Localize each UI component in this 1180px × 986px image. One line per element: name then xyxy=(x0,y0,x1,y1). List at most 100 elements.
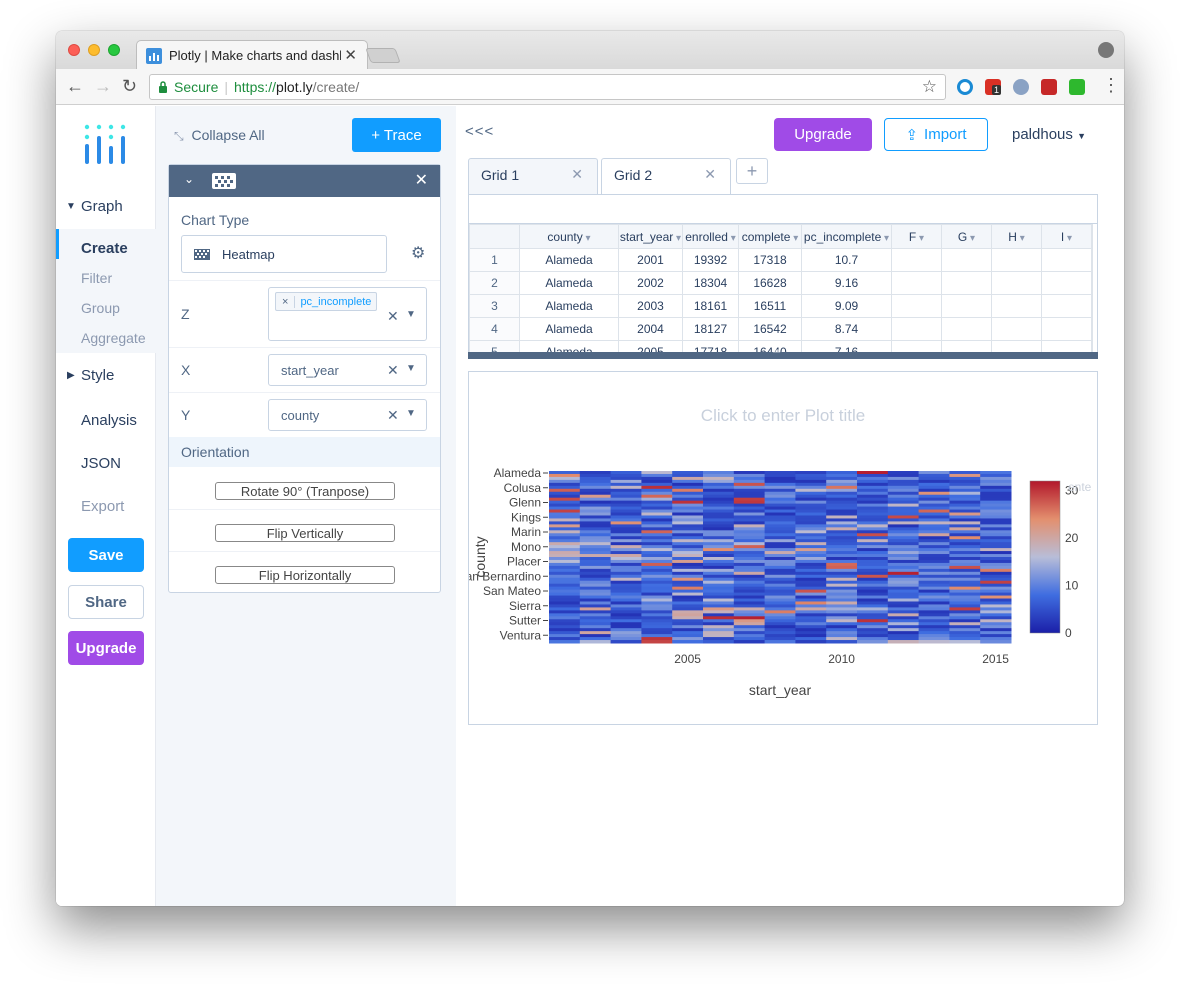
heatmap-cell[interactable] xyxy=(579,479,612,484)
heatmap-cell[interactable] xyxy=(703,512,735,516)
heatmap-cell[interactable] xyxy=(703,577,735,582)
heatmap-cell[interactable] xyxy=(672,586,704,591)
heatmap-cell[interactable] xyxy=(610,533,642,537)
heatmap-cell[interactable] xyxy=(579,631,612,635)
heatmap-cell[interactable] xyxy=(610,577,642,582)
heatmap-cell[interactable] xyxy=(949,515,981,519)
heatmap-cell[interactable] xyxy=(826,515,858,519)
heatmap-cell[interactable] xyxy=(703,554,735,558)
heatmap-cell[interactable] xyxy=(672,524,704,528)
heatmap-cell[interactable] xyxy=(641,515,673,519)
heatmap-cell[interactable] xyxy=(579,598,612,602)
heatmap-cell[interactable] xyxy=(826,545,858,549)
heatmap-cell[interactable] xyxy=(641,622,673,626)
heatmap-cell[interactable] xyxy=(579,604,612,608)
heatmap-cell[interactable] xyxy=(733,589,766,594)
x-select[interactable]: start_year ✕ ▼ xyxy=(268,354,427,386)
heatmap-cell[interactable] xyxy=(733,574,766,579)
heatmap-cell[interactable] xyxy=(733,628,766,632)
heatmap-cell[interactable] xyxy=(610,539,642,543)
heatmap-cell[interactable] xyxy=(641,539,673,543)
heatmap-cell[interactable] xyxy=(918,619,950,623)
heatmap-cell[interactable] xyxy=(857,471,889,475)
heatmap-cell[interactable] xyxy=(641,524,673,528)
flip-vertically-button[interactable]: Flip Vertically xyxy=(215,524,395,542)
heatmap-cell[interactable] xyxy=(826,476,858,481)
heatmap-cell[interactable] xyxy=(857,518,889,522)
heatmap-cell[interactable] xyxy=(579,500,612,505)
heatmap-cell[interactable] xyxy=(887,598,920,602)
heatmap-cell[interactable] xyxy=(795,565,827,570)
heatmap-cell[interactable] xyxy=(764,554,796,558)
heatmap-cell[interactable] xyxy=(764,479,796,484)
clear-z-icon[interactable]: ✕ xyxy=(387,308,399,325)
column-header[interactable]: enrolled ▾ xyxy=(682,224,739,249)
heatmap-cell[interactable] xyxy=(733,476,766,481)
grid-cell[interactable] xyxy=(1091,340,1093,352)
table-row[interactable]: 4 Alameda 2004 18127 16542 8.74 xyxy=(469,317,1093,341)
delete-trace-icon[interactable]: ✕ xyxy=(415,170,428,190)
heatmap-cell[interactable] xyxy=(857,476,889,481)
heatmap-cell[interactable] xyxy=(641,634,673,638)
heatmap-cell[interactable] xyxy=(918,557,950,561)
heatmap-cell[interactable] xyxy=(579,554,612,558)
heatmap-cell[interactable] xyxy=(764,530,796,534)
heatmap-cell[interactable] xyxy=(610,473,642,478)
heatmap-cell[interactable] xyxy=(795,628,827,632)
clear-x-icon[interactable]: ✕ xyxy=(387,362,399,379)
heatmap-cell[interactable] xyxy=(918,586,950,591)
heatmap-cell[interactable] xyxy=(703,616,735,620)
heatmap-cell[interactable] xyxy=(980,634,1012,638)
heatmap-cell[interactable] xyxy=(764,551,796,555)
heatmap-cell[interactable] xyxy=(980,497,1012,502)
heatmap-cell[interactable] xyxy=(980,473,1012,478)
import-button[interactable]: ⇪ Import xyxy=(884,118,988,151)
heatmap-cell[interactable] xyxy=(795,631,827,635)
heatmap-cell[interactable] xyxy=(549,559,581,564)
heatmap-cell[interactable] xyxy=(733,545,766,549)
heatmap-cell[interactable] xyxy=(887,568,920,573)
heatmap-cell[interactable] xyxy=(918,506,950,511)
heatmap-cell[interactable] xyxy=(795,536,827,540)
heatmap-cell[interactable] xyxy=(610,637,642,641)
heatmap-cell[interactable] xyxy=(641,557,673,561)
heatmap-cell[interactable] xyxy=(733,610,766,614)
heatmap-cell[interactable] xyxy=(949,613,981,617)
minimize-window-button[interactable] xyxy=(88,44,100,56)
heatmap-cell[interactable] xyxy=(579,536,612,540)
heatmap-cell[interactable] xyxy=(826,562,858,567)
heatmap-cell[interactable] xyxy=(579,542,612,546)
heatmap-cell[interactable] xyxy=(949,542,981,546)
heatmap-cell[interactable] xyxy=(949,500,981,505)
table-row[interactable]: 3 Alameda 2003 18161 16511 9.09 xyxy=(469,294,1093,318)
heatmap-cell[interactable] xyxy=(641,551,673,555)
heatmap-cell[interactable] xyxy=(826,598,858,602)
heatmap-cell[interactable] xyxy=(610,471,642,475)
heatmap-cell[interactable] xyxy=(579,637,612,641)
heatmap-cell[interactable] xyxy=(579,476,612,481)
grid-cell[interactable] xyxy=(941,271,992,295)
heatmap-cell[interactable] xyxy=(579,488,612,493)
heatmap-cell[interactable] xyxy=(887,613,920,617)
heatmap-cell[interactable] xyxy=(733,619,766,623)
heatmap-cell[interactable] xyxy=(703,551,735,555)
heatmap-cell[interactable] xyxy=(764,613,796,617)
heatmap-cell[interactable] xyxy=(918,610,950,614)
heatmap-cell[interactable] xyxy=(764,518,796,522)
heatmap-cell[interactable] xyxy=(579,515,612,519)
heatmap-cell[interactable] xyxy=(918,631,950,635)
heatmap-cell[interactable] xyxy=(579,521,612,525)
heatmap-cell[interactable] xyxy=(764,500,796,505)
heatmap-cell[interactable] xyxy=(980,524,1012,528)
heatmap-cell[interactable] xyxy=(795,577,827,582)
heatmap-cell[interactable] xyxy=(795,637,827,641)
heatmap-cell[interactable] xyxy=(579,634,612,638)
heatmap-cell[interactable] xyxy=(764,471,796,475)
heatmap-cell[interactable] xyxy=(918,503,950,508)
heatmap-cell[interactable] xyxy=(579,506,612,511)
heatmap-cell[interactable] xyxy=(887,595,920,600)
share-button[interactable]: Share xyxy=(68,585,144,619)
heatmap-cell[interactable] xyxy=(672,619,704,623)
heatmap-cell[interactable] xyxy=(764,482,796,487)
heatmap-cell[interactable] xyxy=(918,494,950,499)
